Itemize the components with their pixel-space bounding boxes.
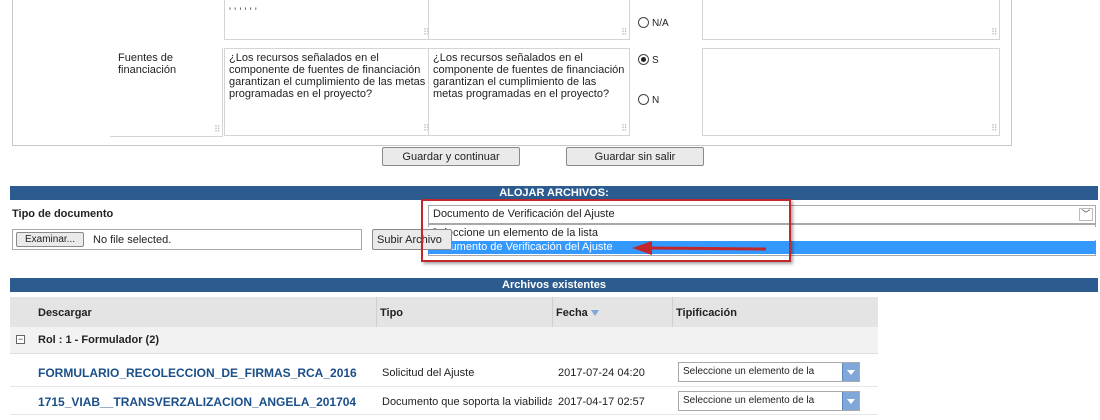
col-divider <box>376 297 377 327</box>
typing-select[interactable]: Seleccione un elemento de la <box>678 391 860 411</box>
typing-select-value: Seleccione un elemento de la <box>683 395 815 406</box>
resize-grip-icon[interactable]: ⠿ <box>621 124 628 133</box>
prev-question-cell[interactable]: ' ' ' ' ' ' ⠿ <box>224 0 432 40</box>
files-section-header: Archivos existentes <box>10 278 1098 292</box>
upload-section-header: ALOJAR ARCHIVOS: <box>10 186 1098 200</box>
files-table-header <box>10 297 878 328</box>
file-date: 2017-04-17 02:57 <box>558 396 645 408</box>
browse-button[interactable]: Examinar... <box>16 232 84 247</box>
resize-grip-icon[interactable]: ⠿ <box>991 124 998 133</box>
chevron-down-icon[interactable]: ﹀ <box>1079 208 1093 221</box>
save-continue-button[interactable]: Guardar y continuar <box>382 147 520 166</box>
file-date: 2017-07-24 04:20 <box>558 367 645 379</box>
annotation-arrow-icon <box>632 241 767 255</box>
col-typing[interactable]: Tipificación <box>676 307 737 319</box>
observation-cell[interactable]: ⠿ <box>702 48 1000 136</box>
radio-s[interactable] <box>638 54 649 65</box>
radio-n-label: N <box>652 95 660 106</box>
typing-select-value: Seleccione un elemento de la <box>683 366 815 377</box>
col-divider <box>672 297 673 327</box>
file-link[interactable]: FORMULARIO_RECOLECCION_DE_FIRMAS_RCA_201… <box>38 366 378 380</box>
collapse-icon[interactable]: − <box>16 335 25 344</box>
answer-cell[interactable]: ¿Los recursos señalados en el componente… <box>428 48 630 136</box>
radio-n[interactable] <box>638 94 649 105</box>
file-input[interactable]: Examinar... No file selected. <box>12 229 362 250</box>
typing-select[interactable]: Seleccione un elemento de la <box>678 362 860 382</box>
doc-type-label: Tipo de documento <box>12 208 114 220</box>
criterion-cell: Fuentes de financiación ⠿ <box>110 48 223 137</box>
question-cell[interactable]: ¿Los recursos señalados en el componente… <box>224 48 432 136</box>
col-type[interactable]: Tipo <box>380 307 403 319</box>
col-date[interactable]: Fecha <box>556 307 588 319</box>
prev-answer-cell[interactable]: ⠿ <box>428 0 630 40</box>
resize-grip-icon: ⠿ <box>214 124 221 134</box>
radio-na[interactable] <box>638 17 649 28</box>
prev-observation-cell[interactable]: ⠿ <box>702 0 1000 40</box>
criterion-label: Fuentes de financiación <box>118 52 177 76</box>
sort-desc-icon[interactable] <box>591 310 599 316</box>
file-type: Solicitud del Ajuste <box>382 367 475 379</box>
file-type: Documento que soporta la viabilidad <box>382 396 552 408</box>
radio-s-label: S <box>652 55 659 66</box>
radio-na-label: N/A <box>652 18 669 29</box>
group-label: Rol : 1 - Formulador (2) <box>38 334 159 346</box>
dropdown-arrow-icon[interactable] <box>842 392 859 410</box>
prev-question-text: ' ' ' ' ' ' <box>229 6 257 18</box>
dropdown-arrow-icon[interactable] <box>842 363 859 381</box>
col-divider <box>552 297 553 327</box>
save-stay-button[interactable]: Guardar sin salir <box>566 147 704 166</box>
question-text: ¿Los recursos señalados en el componente… <box>229 52 426 100</box>
resize-grip-icon[interactable]: ⠿ <box>991 28 998 37</box>
answer-text: ¿Los recursos señalados en el componente… <box>433 52 625 100</box>
resize-grip-icon[interactable]: ⠿ <box>621 28 628 37</box>
file-link[interactable]: 1715_VIAB__TRANSVERZALIZACION_ANGELA_201… <box>38 395 378 409</box>
no-file-text: No file selected. <box>93 234 172 246</box>
col-download[interactable]: Descargar <box>38 307 92 319</box>
